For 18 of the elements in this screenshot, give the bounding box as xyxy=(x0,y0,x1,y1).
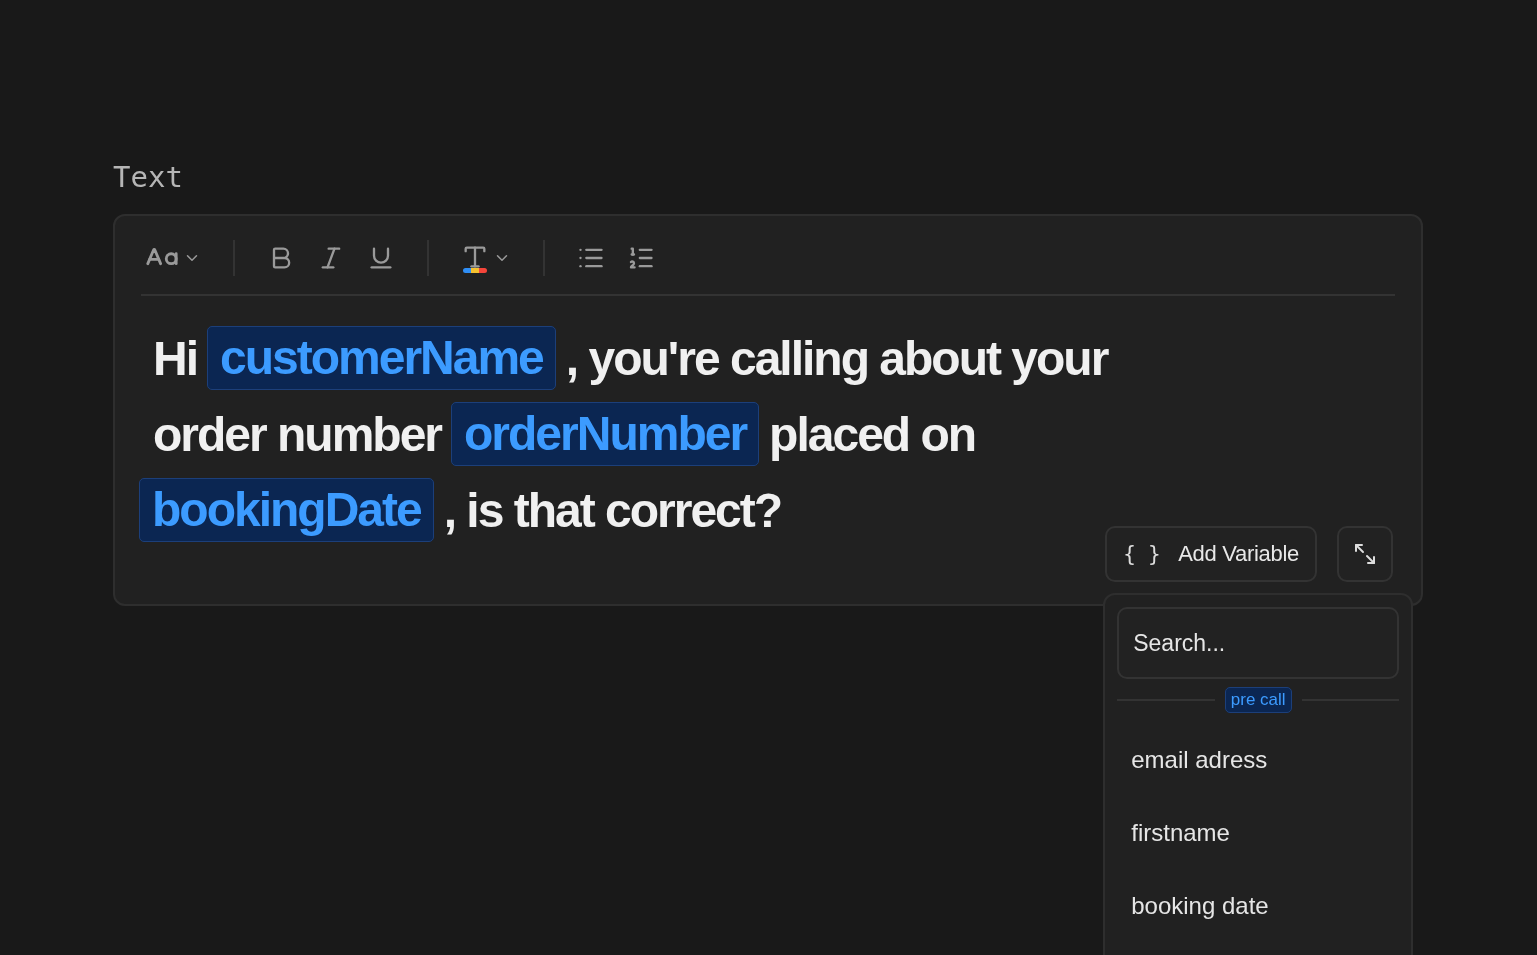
search-field[interactable]: Search... xyxy=(1117,607,1400,679)
message-text: Hi xyxy=(153,330,197,386)
variable-chip[interactable]: orderNumber xyxy=(451,402,760,466)
expand-button[interactable] xyxy=(1337,526,1393,582)
group-badge: pre call xyxy=(1224,687,1292,713)
message-text: , is that correct? xyxy=(443,482,782,538)
menu-item[interactable]: booking date xyxy=(1117,869,1400,942)
field-label: Text xyxy=(113,160,183,194)
message-text: order number xyxy=(153,406,442,462)
message-text: , you're calling about your xyxy=(565,330,1108,386)
add-variable-button[interactable]: { } Add Variable xyxy=(1105,526,1317,582)
variable-chip[interactable]: bookingDate xyxy=(139,478,434,542)
message-text: placed on xyxy=(769,406,976,462)
menu-item[interactable]: email adress xyxy=(1117,723,1400,796)
braces-icon: { } xyxy=(1123,542,1161,566)
expand-icon xyxy=(1353,542,1377,566)
variable-chip[interactable]: customerName xyxy=(207,326,556,390)
menu-item[interactable]: firstname xyxy=(1117,796,1400,869)
